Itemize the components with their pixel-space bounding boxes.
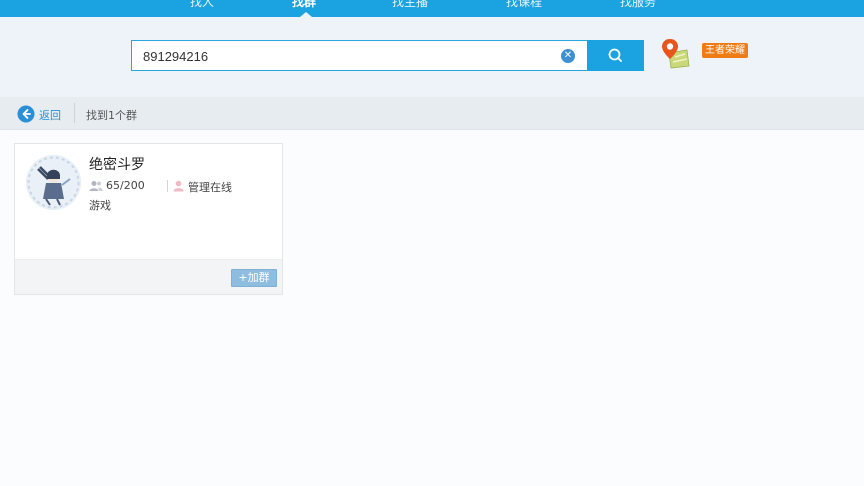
admin-status: 管理在线 bbox=[188, 181, 232, 194]
clear-icon[interactable]: ✕ bbox=[561, 49, 575, 63]
map-pin-icon[interactable] bbox=[660, 37, 690, 69]
meta-separator bbox=[167, 180, 168, 192]
members-icon bbox=[89, 181, 103, 191]
tab-find-people[interactable]: 找人 bbox=[190, 0, 214, 10]
tab-find-streamer[interactable]: 找主播 bbox=[392, 0, 428, 10]
nav-divider bbox=[74, 103, 75, 123]
group-avatar[interactable] bbox=[26, 155, 81, 210]
search-button[interactable] bbox=[587, 40, 644, 71]
group-result-card[interactable]: 绝密斗罗 65/200 管理在线 游戏 +加群 bbox=[14, 143, 283, 295]
tab-find-service[interactable]: 找服务 bbox=[620, 0, 656, 10]
search-area: ✕ 王者荣耀 bbox=[0, 17, 864, 98]
back-arrow-icon bbox=[17, 105, 35, 123]
search-box: ✕ bbox=[131, 40, 587, 71]
group-category-tag: 游戏 bbox=[89, 199, 111, 212]
tab-find-course[interactable]: 找课程 bbox=[506, 0, 542, 10]
result-count: 找到1个群 bbox=[86, 109, 137, 122]
search-input[interactable] bbox=[143, 47, 543, 65]
member-count: 65/200 bbox=[106, 179, 145, 192]
group-name[interactable]: 绝密斗罗 bbox=[89, 154, 145, 174]
game-badge[interactable]: 王者荣耀 bbox=[702, 43, 748, 58]
search-icon bbox=[608, 48, 622, 62]
admin-icon bbox=[173, 180, 184, 192]
top-tab-bar: 找人 找群 找主播 找课程 找服务 bbox=[0, 0, 864, 17]
results-nav-bar: 返回 找到1个群 bbox=[0, 97, 864, 130]
card-footer: +加群 bbox=[15, 259, 282, 294]
back-label: 返回 bbox=[39, 109, 61, 122]
join-group-button[interactable]: +加群 bbox=[231, 269, 277, 287]
tab-find-group[interactable]: 找群 bbox=[292, 0, 316, 10]
